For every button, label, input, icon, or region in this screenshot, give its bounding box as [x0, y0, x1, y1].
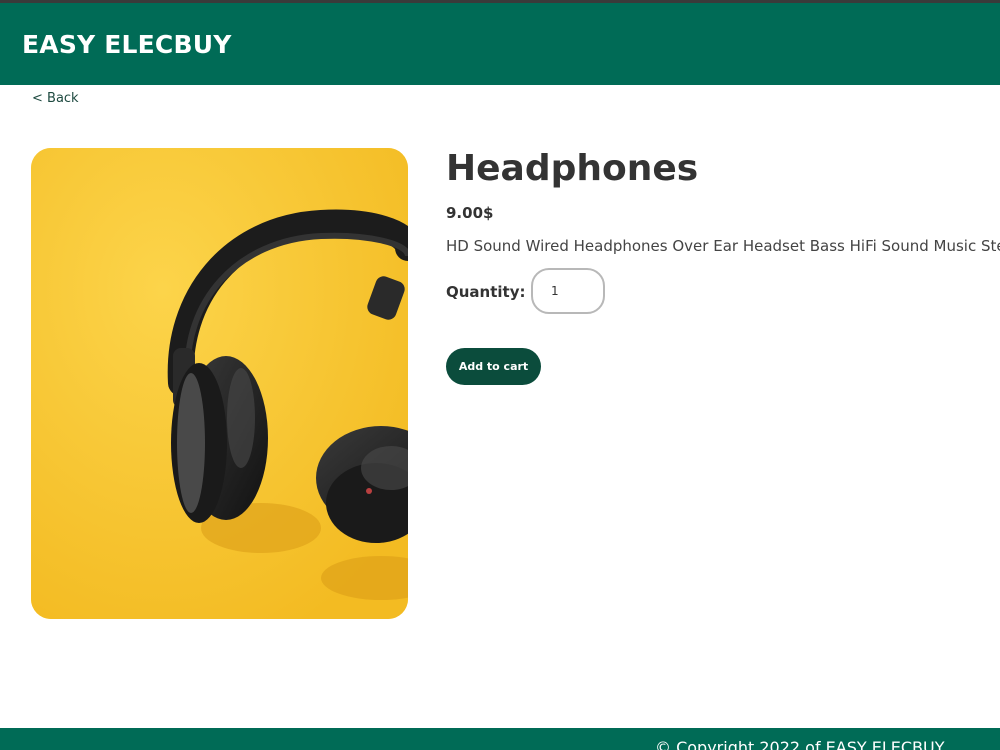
- headphones-photo-icon: [31, 148, 408, 619]
- product-image: [31, 148, 408, 619]
- brand-logo[interactable]: EASY ELECBUY: [22, 30, 232, 59]
- product-title: Headphones: [446, 148, 699, 189]
- product-description: HD Sound Wired Headphones Over Ear Heads…: [446, 237, 1000, 255]
- quantity-input[interactable]: [531, 268, 605, 314]
- copyright-text: © Copyright 2022 of EASY ELECBUY: [655, 738, 945, 750]
- site-header: EASY ELECBUY: [0, 3, 1000, 85]
- site-footer: © Copyright 2022 of EASY ELECBUY: [0, 728, 1000, 750]
- product-price: 9.00$: [446, 204, 494, 222]
- back-link[interactable]: < Back: [32, 91, 79, 106]
- add-to-cart-button[interactable]: Add to cart: [446, 348, 541, 385]
- quantity-label: Quantity:: [446, 283, 526, 301]
